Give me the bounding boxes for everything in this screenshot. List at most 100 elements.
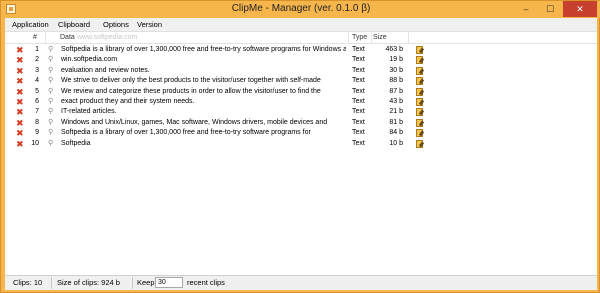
edit-icon[interactable] [416, 56, 423, 65]
edit-icon[interactable] [416, 118, 423, 127]
edit-icon[interactable] [416, 77, 423, 86]
clips-count: Clips: 10 [13, 278, 43, 287]
row-number: 6 [35, 97, 39, 105]
table-row[interactable]: ✖ 6 ⚲ exact product they and their syste… [5, 97, 597, 107]
magnifier-icon[interactable]: ⚲ [48, 55, 53, 65]
column-header-type[interactable]: Type [352, 34, 367, 41]
table-row[interactable]: ✖ 3 ⚲ evaluation and review notes. Text … [5, 66, 597, 76]
edit-icon[interactable] [416, 97, 423, 106]
close-button[interactable]: ✕ [563, 1, 597, 17]
status-bar: Clips: 10 Size of clips: 924 b Keep rece… [5, 276, 597, 290]
magnifier-icon[interactable]: ⚲ [48, 128, 53, 138]
watermark-text: www.softpedia.com [77, 34, 138, 41]
row-number: 5 [35, 87, 39, 95]
table-body: ✖ 1 ⚲ Softpedia is a library of over 1,3… [5, 45, 597, 149]
table-header: # Data www.softpedia.com Type Size [5, 32, 597, 44]
title-bar[interactable]: ClipMe - Manager (ver. 0.1.0 β) – ☐ ✕ [1, 1, 600, 18]
delete-icon[interactable]: ✖ [16, 97, 25, 107]
clip-size: 87 b [389, 87, 403, 95]
menu-bar: Application Clipboard Options Version [5, 18, 597, 32]
clip-type: Text [352, 118, 365, 126]
magnifier-icon[interactable]: ⚲ [48, 87, 53, 97]
keep-count-input[interactable] [155, 277, 183, 288]
column-header-data[interactable]: Data [60, 34, 75, 41]
table-row[interactable]: ✖ 9 ⚲ Softpedia is a library of over 1,3… [5, 128, 597, 138]
table-row[interactable]: ✖ 10 ⚲ Softpedia Text 10 b [5, 139, 597, 149]
edit-icon[interactable] [416, 46, 423, 54]
magnifier-icon[interactable]: ⚲ [48, 45, 53, 55]
clips-total-size: Size of clips: 924 b [57, 278, 120, 287]
status-divider [51, 277, 52, 289]
status-divider [132, 277, 133, 289]
clip-size: 19 b [389, 56, 403, 64]
column-header-number[interactable]: # [33, 34, 37, 41]
clips-table: # Data www.softpedia.com Type Size ✖ 1 ⚲… [5, 32, 597, 276]
delete-icon[interactable]: ✖ [16, 77, 25, 86]
edit-icon[interactable] [416, 108, 423, 117]
edit-icon[interactable] [416, 139, 423, 148]
clip-type: Text [352, 66, 365, 74]
delete-icon[interactable]: ✖ [16, 118, 25, 128]
column-divider [371, 32, 372, 44]
delete-icon[interactable]: ✖ [16, 129, 25, 138]
row-number: 9 [35, 129, 39, 137]
magnifier-icon[interactable]: ⚲ [48, 139, 53, 149]
table-row[interactable]: ✖ 8 ⚲ Windows and Unix/Linux, games, Mac… [5, 118, 597, 128]
client-area: Application Clipboard Options Version # … [5, 18, 597, 290]
delete-icon[interactable]: ✖ [16, 66, 25, 76]
app-window: ClipMe - Manager (ver. 0.1.0 β) – ☐ ✕ Ap… [0, 0, 600, 293]
table-row[interactable]: ✖ 4 ⚲ We strive to deliver only the best… [5, 76, 597, 86]
table-row[interactable]: ✖ 7 ⚲ IT-related articles. Text 21 b [5, 107, 597, 117]
column-divider [45, 32, 46, 44]
row-number: 1 [35, 46, 39, 53]
magnifier-icon[interactable]: ⚲ [48, 76, 53, 86]
magnifier-icon[interactable]: ⚲ [48, 107, 53, 117]
clip-type: Text [352, 97, 365, 105]
delete-icon[interactable]: ✖ [16, 139, 25, 149]
menu-clipboard[interactable]: Clipboard [55, 20, 93, 29]
clip-data: evaluation and review notes. [61, 66, 150, 74]
clip-data: Softpedia [61, 139, 91, 147]
row-number: 8 [35, 118, 39, 126]
delete-icon[interactable]: ✖ [16, 87, 25, 97]
magnifier-icon[interactable]: ⚲ [48, 118, 53, 128]
delete-icon[interactable]: ✖ [16, 56, 25, 65]
maximize-button[interactable]: ☐ [539, 1, 561, 17]
clip-data: IT-related articles. [61, 108, 117, 116]
clip-data: Softpedia is a library of over 1,300,000… [61, 129, 311, 137]
clip-type: Text [352, 46, 365, 53]
column-header-size[interactable]: Size [373, 34, 387, 41]
window-title: ClipMe - Manager (ver. 0.1.0 β) [231, 3, 371, 14]
delete-icon[interactable]: ✖ [16, 108, 25, 117]
delete-icon[interactable]: ✖ [16, 46, 25, 55]
edit-icon[interactable] [416, 129, 423, 138]
menu-version[interactable]: Version [134, 20, 165, 29]
clip-data: win.softpedia.com [61, 56, 118, 64]
clip-data: We strive to deliver only the best produ… [61, 77, 321, 85]
menu-application[interactable]: Application [9, 20, 52, 29]
table-row[interactable]: ✖ 2 ⚲ win.softpedia.com Text 19 b [5, 55, 597, 65]
row-number: 10 [31, 139, 39, 147]
table-row[interactable]: ✖ 1 ⚲ Softpedia is a library of over 1,3… [5, 45, 597, 55]
clip-data: exact product they and their system need… [61, 97, 195, 105]
magnifier-icon[interactable]: ⚲ [48, 66, 53, 76]
clip-size: 81 b [389, 118, 403, 126]
recent-clips-label: recent clips [187, 278, 225, 287]
clip-type: Text [352, 139, 365, 147]
clip-data: Softpedia is a library of over 1,300,000… [61, 46, 346, 53]
magnifier-icon[interactable]: ⚲ [48, 97, 53, 107]
table-row[interactable]: ✖ 5 ⚲ We review and categorize these pro… [5, 87, 597, 97]
column-divider [408, 32, 409, 44]
edit-icon[interactable] [416, 87, 423, 96]
keep-label: Keep [137, 278, 155, 287]
clip-size: 463 b [385, 46, 403, 53]
minimize-button[interactable]: – [515, 1, 537, 17]
clip-type: Text [352, 129, 365, 137]
clip-type: Text [352, 56, 365, 64]
menu-options[interactable]: Options [100, 20, 132, 29]
clip-size: 84 b [389, 129, 403, 137]
row-number: 4 [35, 77, 39, 85]
clip-size: 30 b [389, 66, 403, 74]
edit-icon[interactable] [416, 66, 423, 75]
clip-data: We review and categorize these products … [61, 87, 321, 95]
